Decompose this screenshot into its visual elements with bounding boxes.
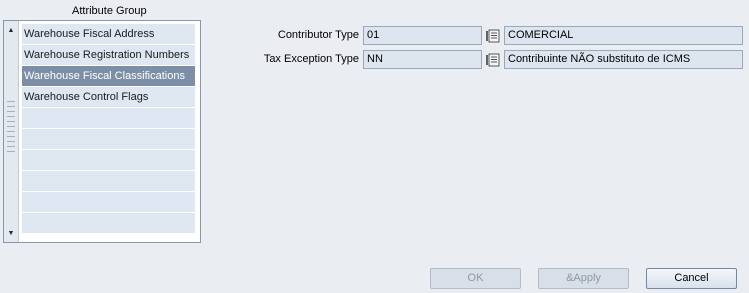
- list-item-label: Warehouse Fiscal Classifications: [24, 70, 185, 82]
- tax-exception-type-description-field[interactable]: Contribuinte NÃO substituto de ICMS: [504, 50, 743, 69]
- list-item-label: Warehouse Control Flags: [24, 91, 149, 103]
- attribute-group-item-empty[interactable]: [22, 129, 195, 149]
- scroll-up-arrow-icon[interactable]: ▲: [5, 24, 17, 36]
- list-item-label: Warehouse Fiscal Address: [24, 28, 155, 40]
- contributor-type-code-field[interactable]: 01: [363, 26, 482, 45]
- attribute-group-item-warehouse-fiscal-address[interactable]: Warehouse Fiscal Address: [22, 24, 195, 44]
- attribute-group-item-warehouse-registration-numbers[interactable]: Warehouse Registration Numbers: [22, 45, 195, 65]
- ok-button[interactable]: OK: [430, 268, 521, 289]
- attribute-group-scrollbar[interactable]: ▲ ▼: [4, 21, 19, 242]
- apply-button[interactable]: &Apply: [538, 268, 629, 289]
- list-of-values-icon[interactable]: [484, 50, 502, 69]
- scroll-grip[interactable]: [7, 101, 15, 153]
- attribute-group-item-empty[interactable]: [22, 192, 195, 212]
- attribute-group-title: Attribute Group: [72, 5, 147, 17]
- attribute-group-item-empty[interactable]: [22, 108, 195, 128]
- attribute-group-item-empty[interactable]: [22, 213, 195, 233]
- tax-exception-type-code-field[interactable]: NN: [363, 50, 482, 69]
- attribute-group-item-warehouse-control-flags[interactable]: Warehouse Control Flags: [22, 87, 195, 107]
- contributor-type-description-field[interactable]: COMERCIAL: [504, 26, 743, 45]
- attribute-group-list: Warehouse Fiscal Address Warehouse Regis…: [22, 24, 195, 234]
- contributor-type-label: Contributor Type: [277, 29, 359, 41]
- list-item-label: Warehouse Registration Numbers: [24, 49, 190, 61]
- cancel-button[interactable]: Cancel: [646, 268, 737, 289]
- list-of-values-icon[interactable]: [484, 26, 502, 45]
- tax-exception-type-label: Tax Exception Type: [263, 53, 359, 65]
- scroll-down-arrow-icon[interactable]: ▼: [5, 227, 17, 239]
- attribute-group-item-empty[interactable]: [22, 150, 195, 170]
- attribute-group-item-warehouse-fiscal-classifications[interactable]: Warehouse Fiscal Classifications: [22, 66, 195, 86]
- attribute-group-item-empty[interactable]: [22, 171, 195, 191]
